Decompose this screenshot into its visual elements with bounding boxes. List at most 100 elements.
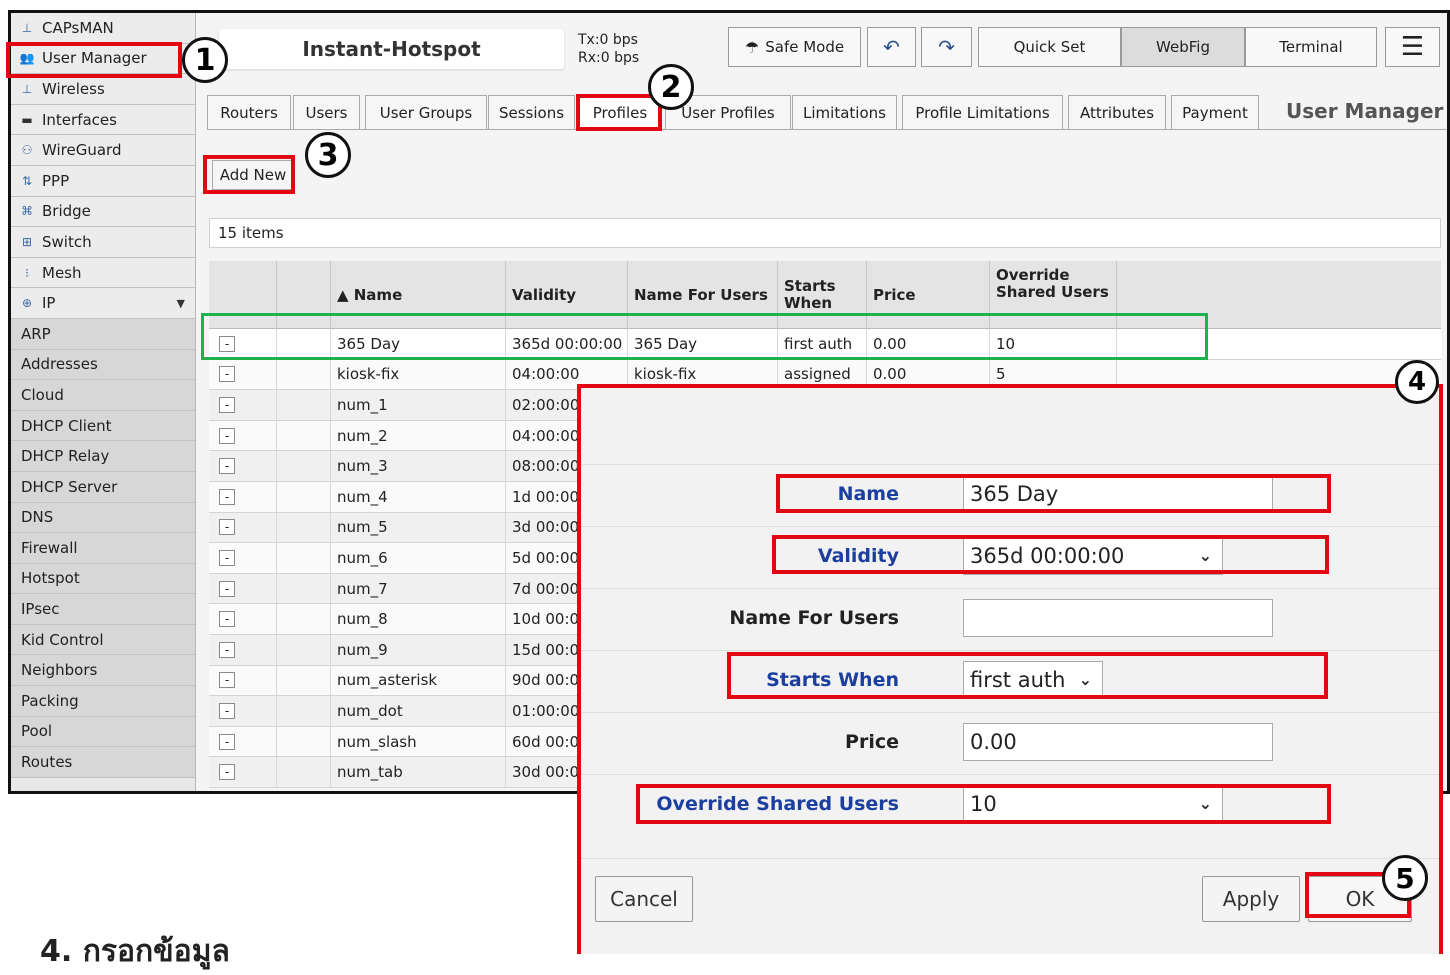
cell-name: num_6 [331,543,506,573]
override-shared-users-value: 10 [970,792,997,816]
tab-profiles[interactable]: Profiles [578,95,662,129]
col-name[interactable]: ▲ Name [331,261,506,329]
remove-row-button[interactable]: - [219,611,235,628]
ppp-icon: ⇅ [21,173,33,188]
redo-button[interactable]: ↷ [921,27,972,67]
sidebar-subitem[interactable]: Packing [11,686,195,717]
step-5-marker: 5 [1382,855,1428,901]
sidebar-subitem[interactable]: ARP [11,318,195,350]
webfig-button[interactable]: WebFig [1121,27,1245,67]
umbrella-icon: ☂ [744,37,760,57]
remove-row-button[interactable]: - [219,488,235,505]
sidebar-subitem[interactable]: Routes [11,747,195,778]
undo-button[interactable]: ↶ [867,27,916,67]
tab-routers[interactable]: Routers [207,95,291,129]
override-shared-users-select[interactable]: 10 ⌄ [963,785,1223,823]
flag-cell [277,481,331,512]
remove-row-button[interactable]: - [219,458,235,475]
tab-profile-limitations[interactable]: Profile Limitations [902,95,1063,129]
rx-rate: Rx:0 bps [578,50,640,66]
remove-row-button[interactable]: - [219,519,235,536]
remove-cell: - [209,420,277,451]
sidebar-item-interfaces[interactable]: ▬ Interfaces [11,104,195,136]
sidebar-subitem[interactable]: IPsec [11,594,195,625]
sidebar-subitem[interactable]: Cloud [11,380,195,411]
remove-row-button[interactable]: - [219,335,235,352]
sidebar-subitem[interactable]: Firewall [11,533,195,564]
safe-mode-button[interactable]: ☂ Safe Mode [728,27,861,67]
tab-attributes[interactable]: Attributes [1068,95,1166,129]
sidebar-subitem[interactable]: Hotspot [11,563,195,595]
remove-row-button[interactable]: - [219,366,235,383]
name-input[interactable]: 365 Day [963,475,1273,513]
flag-cell [277,390,331,420]
sidebar-item-switch[interactable]: ⊞ Switch [11,227,195,258]
remove-row-button[interactable]: - [219,733,235,750]
flag-cell [277,329,331,359]
sidebar-item-wireguard[interactable]: ⚇ WireGuard [11,135,195,166]
price-input[interactable]: 0.00 [963,723,1273,761]
col-starts-when[interactable]: Starts When [778,261,867,329]
remove-row-button[interactable]: - [219,672,235,689]
sidebar-subitem[interactable]: Kid Control [11,624,195,656]
sidebar-subitem[interactable]: Pool [11,716,195,748]
name-for-users-input[interactable] [963,599,1273,637]
remove-cell: - [209,665,277,696]
remove-cell: - [209,390,277,420]
dialog-footer-divider [581,858,1439,859]
sidebar-item-bridge[interactable]: ⌘ Bridge [11,196,195,228]
tab-sessions[interactable]: Sessions [488,95,575,129]
remove-cell: - [209,726,277,757]
remove-cell: - [209,451,277,481]
starts-when-select[interactable]: first auth ⌄ [963,661,1103,699]
chevron-down-icon: ⌄ [1198,794,1212,813]
tab-limitations[interactable]: Limitations [792,95,897,129]
validity-select[interactable]: 365d 00:00:00 ⌄ [963,537,1223,575]
sidebar-subitem[interactable]: DHCP Client [11,410,195,442]
sidebar-subitem[interactable]: DHCP Server [11,471,195,503]
table-row[interactable]: -365 Day 365d 00:00:00 365 Day first auth 0.… [209,329,1441,360]
wireguard-icon: ⚇ [21,143,33,158]
sidebar-item-ppp[interactable]: ⇅ PPP [11,165,195,197]
tab-users[interactable]: Users [293,95,360,129]
sidebar-subitem[interactable]: Neighbors [11,655,195,687]
add-new-button[interactable]: Add New [212,160,294,190]
chevron-down-icon: ⌄ [1198,546,1212,565]
col-name-for-users[interactable]: Name For Users [628,261,778,329]
form-row-override-shared-users: Override Shared Users 10 ⌄ [581,774,1439,836]
name-label: Name [837,483,899,505]
remove-row-button[interactable]: - [219,641,235,658]
col-price[interactable]: Price [867,261,990,329]
sidebar-item-ip[interactable]: ⊕ IP ▼ [11,288,195,319]
tab-user-groups[interactable]: User Groups [365,95,487,129]
sidebar-subitem[interactable]: Addresses [11,349,195,381]
name-value: 365 Day [970,482,1059,506]
cancel-button[interactable]: Cancel [595,876,693,922]
remove-row-button[interactable]: - [219,702,235,719]
cell-name: num_3 [331,451,506,481]
sidebar-subitem[interactable]: DHCP Relay [11,441,195,472]
sidebar-item-capsman[interactable]: ⊥ CAPsMAN [11,13,195,44]
sidebar-item-user-manager[interactable]: 👥 User Manager [11,43,195,75]
remove-row-button[interactable]: - [219,580,235,597]
terminal-button[interactable]: Terminal [1245,27,1377,67]
cell-name: kiosk-fix [331,359,506,390]
remove-row-button[interactable]: - [219,427,235,444]
flag-cell [277,451,331,481]
quick-set-button[interactable]: Quick Set [978,27,1121,67]
tab-payment[interactable]: Payment [1171,95,1259,129]
cell-name: num_1 [331,390,506,420]
remove-row-button[interactable]: - [219,764,235,781]
apply-button[interactable]: Apply [1202,876,1300,922]
form-row-starts-when: Starts When first auth ⌄ [581,650,1439,712]
col-override-shared-users[interactable]: Override Shared Users [990,261,1117,329]
remove-row-button[interactable]: - [219,396,235,413]
sidebar-item-wireless[interactable]: ⊥ Wireless [11,74,195,105]
remove-row-button[interactable]: - [219,549,235,566]
menu-button[interactable]: ☰ [1385,27,1440,67]
remove-cell: - [209,757,277,787]
sidebar-subitem[interactable]: DNS [11,502,195,534]
sidebar-item-mesh[interactable]: ⁝ Mesh [11,257,195,289]
col-validity[interactable]: Validity [506,261,628,329]
starts-when-label: Starts When [766,669,899,691]
